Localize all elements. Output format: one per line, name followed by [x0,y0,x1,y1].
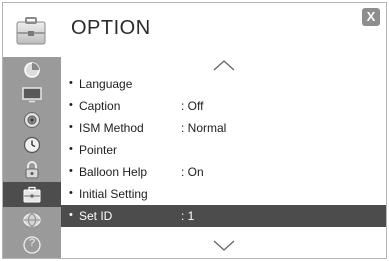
network-icon [23,212,41,227]
picture-icon [24,61,40,78]
menu-item-balloon-help[interactable]: • Balloon Help : On [61,161,386,183]
bullet: • [69,165,73,177]
page-title: OPTION [71,17,151,39]
menu-item-set-id[interactable]: • Set ID : 1 [61,205,386,227]
option-icon [23,186,41,202]
menu-item-label: Initial Setting [79,187,148,201]
sidebar-item-network[interactable] [3,207,61,232]
close-button[interactable]: X [362,8,380,26]
speaker-icon [24,111,40,128]
sidebar-item-option[interactable] [3,182,61,207]
menu-item-value: : On [181,165,204,179]
chevron-down-icon [213,240,234,251]
lock-icon [25,160,39,178]
bullet: • [69,209,73,221]
menu-item-label: Balloon Help [79,165,148,179]
menu-item-label: Language [79,77,133,91]
menu-item-initial-setting[interactable]: • Initial Setting [61,183,386,205]
scroll-down-arrow[interactable] [61,240,386,254]
sidebar-item-time[interactable] [3,132,61,157]
menu-item-ism-method[interactable]: • ISM Method : Normal [61,117,386,139]
sidebar-item-audio[interactable] [3,107,61,132]
menu-item-value: : 1 [181,209,195,223]
bullet: • [69,187,73,199]
tv-icon [22,86,42,102]
clock-icon [23,136,41,153]
bullet: • [69,121,73,133]
sidebar-item-picture[interactable] [3,57,61,82]
menu-item-value: : Off [181,99,204,113]
menu-item-label: ISM Method [79,121,144,135]
header: OPTION X [3,3,386,57]
sidebar-item-help[interactable]: ? [3,232,61,257]
chevron-up-icon [213,60,234,71]
sidebar: ? [3,57,61,258]
menu-item-label: Set ID [79,209,113,223]
sidebar-item-tv[interactable] [3,82,61,107]
scroll-up-arrow[interactable] [61,59,386,73]
menu-item-pointer[interactable]: • Pointer [61,139,386,161]
menu-item-language[interactable]: • Language [61,73,386,95]
menu-item-label: Caption [79,99,121,113]
option-suitcase-icon [11,11,51,51]
bullet: • [69,99,73,111]
menu-item-label: Pointer [79,143,118,157]
menu-item-value: : Normal [181,121,227,135]
bullet: • [69,143,73,155]
sidebar-item-lock[interactable] [3,157,61,182]
option-menu-window: OPTION X ? • Language • Caption: Off • … [2,2,387,259]
help-icon-label: ? [28,237,36,249]
option-menu-list: • Language • Caption : Off • ISM Method … [61,57,386,258]
menu-item-caption[interactable]: • Caption : Off [61,95,386,117]
bullet: • [69,77,73,89]
